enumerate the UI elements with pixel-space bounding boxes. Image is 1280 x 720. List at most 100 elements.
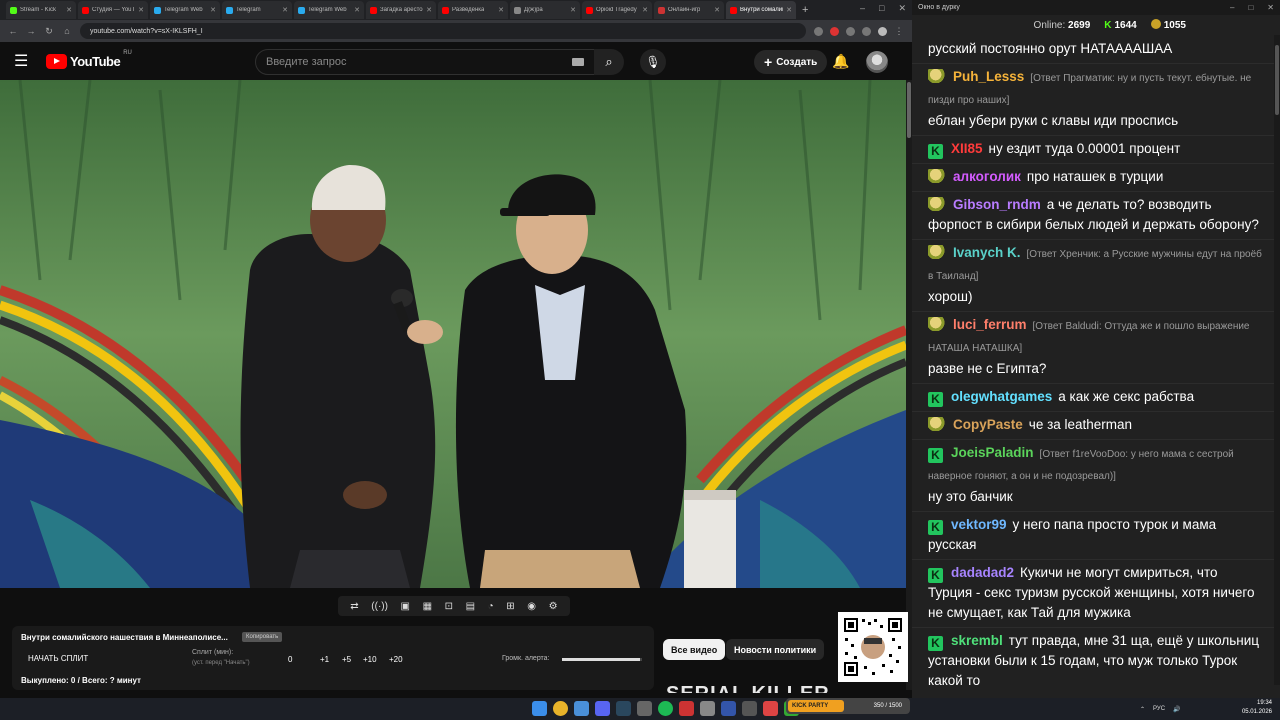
close-window-icon[interactable]: ✕	[898, 3, 906, 14]
chat-username[interactable]: алкоголик	[953, 169, 1021, 184]
chat-message[interactable]: K JoeisPaladin [Ответ f1reVooDoo: у него м…	[912, 440, 1274, 512]
menu-icon[interactable]: ⋮	[894, 26, 904, 37]
chat-scrollbar-thumb[interactable]	[1275, 45, 1279, 115]
notifications-bell-icon[interactable]: 🔔	[832, 53, 849, 70]
chat-message[interactable]: Ivanych K. [Ответ Хренчик: а Русские мужч…	[912, 240, 1274, 312]
copy-button[interactable]: Копировать	[242, 632, 283, 642]
chat-message[interactable]: Kolegwhatgames а как же секс рабства	[912, 384, 1274, 412]
chat-scrollbar[interactable]	[1274, 35, 1280, 685]
search-button[interactable]: ⌕	[594, 49, 624, 75]
chat-username[interactable]: Gibson_rndm	[953, 197, 1041, 212]
chat-message[interactable]: Kdadadad2 Кукичи не могут смириться, что …	[912, 560, 1274, 628]
browser-tab[interactable]: Telegram Web ✕	[150, 1, 220, 19]
extension-icon[interactable]	[830, 26, 839, 36]
app-icon[interactable]	[700, 701, 715, 716]
chat-message[interactable]: Kskrembl тут правда, мне 31 ща, ещё у шко…	[912, 628, 1274, 685]
close-tab-icon[interactable]: ✕	[498, 6, 504, 14]
chat-username[interactable]: Ivanych K.	[953, 245, 1021, 260]
language-indicator[interactable]: РУС	[1153, 706, 1165, 712]
browser-tab[interactable]: Opioid Tragedy ✕	[582, 1, 652, 19]
voice-search-button[interactable]: 🎙	[640, 49, 666, 75]
chat-username[interactable]: XII85	[951, 141, 983, 156]
maximize-icon[interactable]: □	[879, 3, 884, 14]
browser-tab[interactable]: Разведенка ✕	[438, 1, 508, 19]
extension-tool-icon[interactable]: ◉	[527, 601, 536, 612]
chat-message[interactable]: Kvektor99 у него папа просто турок и мама…	[912, 512, 1274, 560]
chat-username[interactable]: skrembl	[951, 633, 1003, 648]
video-player[interactable]	[0, 80, 906, 588]
create-button[interactable]: + Создать	[754, 50, 828, 74]
chat-username[interactable]: luci_ferrum	[953, 317, 1027, 332]
reload-icon[interactable]: ↻	[44, 26, 54, 37]
close-tab-icon[interactable]: ✕	[570, 6, 576, 14]
forward-icon[interactable]: →	[26, 26, 36, 36]
home-icon[interactable]: ⌂	[62, 26, 72, 36]
url-input[interactable]: youtube.com/watch?v=sX-IKLSFH_I	[80, 23, 806, 39]
chat-username[interactable]: JoeisPaladin	[951, 445, 1034, 460]
page-scrollbar-thumb[interactable]	[907, 82, 911, 138]
keyboard-icon[interactable]	[572, 58, 584, 66]
extension-tool-icon[interactable]: ⊞	[506, 601, 514, 612]
spotify-icon[interactable]	[658, 701, 673, 716]
browser-tab[interactable]: Загадка арестованного✕	[366, 1, 436, 19]
minimize-icon[interactable]: –	[1230, 3, 1234, 12]
app-icon[interactable]	[763, 701, 778, 716]
minimize-icon[interactable]: –	[860, 3, 865, 14]
chat-username[interactable]: dadadad2	[951, 565, 1014, 580]
back-icon[interactable]: ←	[8, 26, 18, 36]
extension-tool-icon[interactable]: ⇄	[350, 601, 358, 612]
avatar[interactable]	[866, 51, 888, 73]
chip-politics-news[interactable]: Новости политики	[726, 639, 825, 660]
alert-volume-slider[interactable]	[562, 658, 642, 661]
taskbar-clock[interactable]: 19:34 05.01.2026	[1242, 699, 1272, 717]
start-icon[interactable]	[532, 701, 547, 716]
app-icon[interactable]	[721, 701, 736, 716]
close-window-icon[interactable]: ✕	[1267, 3, 1274, 12]
chat-username[interactable]: Puh_Lesss	[953, 69, 1024, 84]
close-tab-icon[interactable]: ✕	[210, 6, 216, 14]
close-tab-icon[interactable]: ✕	[282, 6, 288, 14]
browser-tab[interactable]: Онлайн-игр ✕	[654, 1, 724, 19]
extension-icon[interactable]	[862, 26, 871, 36]
increment-button[interactable]: +5	[342, 655, 351, 664]
close-tab-icon[interactable]: ✕	[138, 6, 144, 14]
speaker-icon[interactable]: 🔊	[1173, 706, 1180, 713]
increment-button[interactable]: +1	[320, 655, 329, 664]
menu-icon[interactable]: ☰	[14, 51, 34, 71]
explorer-icon[interactable]	[574, 701, 589, 716]
extension-tool-icon[interactable]: ⊡	[445, 601, 453, 612]
extension-tool-icon[interactable]: ▣	[401, 601, 410, 612]
close-tab-icon[interactable]: ✕	[786, 6, 792, 14]
chat-message[interactable]: luci_ferrum [Ответ Baldudi: Оттуда же и п…	[912, 312, 1274, 384]
profile-icon[interactable]	[878, 26, 887, 36]
extension-tool-icon[interactable]: ▤	[466, 601, 475, 612]
chat-message-list[interactable]: русский постоянно орут НАТААААШАА Puh_Les…	[912, 35, 1274, 685]
chat-message[interactable]: Gibson_rndm а че делать то? возводить фор…	[912, 192, 1274, 240]
donation-goal-widget[interactable]: KICK PARTY 350 / 1500	[786, 698, 910, 714]
app-icon[interactable]	[742, 701, 757, 716]
close-tab-icon[interactable]: ✕	[354, 6, 360, 14]
extension-tool-icon[interactable]: ((·))	[371, 601, 388, 612]
chat-username[interactable]: olegwhatgames	[951, 389, 1052, 404]
app-icon[interactable]	[679, 701, 694, 716]
close-tab-icon[interactable]: ✕	[642, 6, 648, 14]
extension-icon[interactable]	[814, 26, 823, 36]
youtube-logo[interactable]: YouTube RU	[46, 50, 132, 69]
extension-tool-icon[interactable]: ▦	[423, 601, 432, 612]
tray-chevron-icon[interactable]: ⌃	[1140, 706, 1145, 713]
steam-icon[interactable]	[616, 701, 631, 716]
extension-icon[interactable]	[846, 26, 855, 36]
start-split-button[interactable]: НАЧАТЬ СПЛИТ	[28, 654, 88, 663]
chat-username[interactable]: CopyPaste	[953, 417, 1023, 432]
chat-message[interactable]: CopyPaste че за leatherman	[912, 412, 1274, 440]
browser-tab[interactable]: Д(ж)ра ✕	[510, 1, 580, 19]
increment-button[interactable]: +10	[363, 655, 377, 664]
chat-message[interactable]: K XII85 ну ездит туда 0.00001 процент	[912, 136, 1274, 164]
close-tab-icon[interactable]: ✕	[714, 6, 720, 14]
chat-message[interactable]: русский постоянно орут НАТААААШАА	[912, 35, 1274, 64]
search-input[interactable]: Введите запрос	[255, 49, 595, 75]
extension-tool-icon[interactable]: ⚙	[549, 601, 558, 612]
browser-tab[interactable]: Внутри сомалийского✕	[726, 1, 796, 19]
browser-tab[interactable]: Telegram ✕	[222, 1, 292, 19]
browser-tab[interactable]: Stream - Kick ✕	[6, 1, 76, 19]
